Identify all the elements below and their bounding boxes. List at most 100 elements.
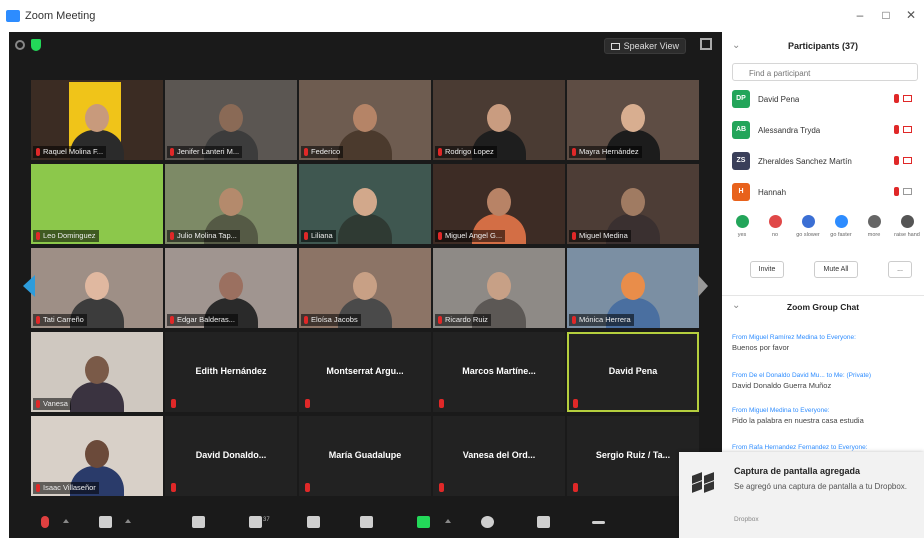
message-text: Buenos por favor (732, 343, 790, 352)
participant-search-input[interactable] (732, 63, 918, 81)
chat-button[interactable] (352, 514, 380, 538)
speaker-view-button[interactable]: Speaker View (603, 38, 686, 54)
participants-button[interactable]: 37 (241, 514, 270, 538)
microphone-muted-icon (439, 483, 444, 492)
participant-tile[interactable]: Miguel Medina (567, 164, 699, 244)
chat-message: From Miguel Medina to Everyone: Pido la p… (732, 407, 920, 425)
participant-count: 37 (263, 517, 270, 523)
next-page-arrow-icon[interactable] (698, 275, 708, 297)
feedback-icon (802, 215, 815, 228)
chat-message: From De el Donaldo David Mu... to Me: (P… (732, 372, 920, 390)
record-icon (481, 516, 494, 528)
previous-page-arrow-icon[interactable] (23, 275, 35, 297)
participant-tile[interactable]: Eloísa Jacobs (299, 248, 431, 328)
speaker-view-label: Speaker View (623, 41, 679, 51)
chat-message: From Rafa Hernandez Fernandez to Everyon… (732, 444, 920, 451)
mute-all-button[interactable]: Mute All (814, 261, 858, 278)
participant-row[interactable]: AB Alessandra Tryda (732, 121, 922, 141)
start-video-button[interactable] (91, 514, 119, 538)
dropbox-icon (691, 472, 715, 494)
participant-tile[interactable]: Isaac Villaseñor (31, 416, 163, 496)
avatar: H (732, 183, 750, 201)
participant-tile[interactable]: Jenifer Lanteri M... (165, 80, 297, 160)
participant-row[interactable]: ZS Zheraldes Sanchez Martín (732, 152, 922, 172)
ellipsis-icon (592, 521, 605, 524)
microphone-muted-icon (894, 156, 899, 165)
feedback-button[interactable]: raise hand (893, 213, 921, 247)
participant-tile[interactable]: Julio Molina Tap... (165, 164, 297, 244)
participant-tile[interactable]: Miguel Angel G... (433, 164, 565, 244)
notification-title: Captura de pantalla agregada (734, 466, 861, 476)
participant-tile[interactable]: Rodrigo Lopez (433, 80, 565, 160)
feedback-button[interactable]: go faster (827, 213, 855, 247)
window-title: Zoom Meeting (25, 10, 96, 22)
video-options-caret-icon[interactable] (125, 519, 131, 523)
participant-name-label: Miguel Medina (569, 230, 631, 242)
participant-name-label: Marcos Martíne... (462, 366, 536, 376)
participant-row[interactable]: DP David Pena (732, 90, 922, 110)
unmute-button[interactable] (31, 514, 59, 538)
more-options-button[interactable]: ... (888, 261, 912, 278)
participant-tile[interactable]: David Pena (567, 332, 699, 412)
meeting-info-button[interactable] (15, 35, 41, 55)
participant-tile[interactable]: Mónica Herrera (567, 248, 699, 328)
message-sender[interactable]: From Rafa Hernandez Fernandez to Everyon… (732, 444, 920, 451)
zoom-window: Zoom Meeting – □ ✕ Speaker View Raquel M… (0, 0, 924, 538)
participant-tile[interactable]: Mayra Hernández (567, 80, 699, 160)
reactions-button[interactable] (529, 514, 557, 538)
close-button[interactable]: ✕ (903, 8, 919, 22)
invite-button[interactable]: Invite (750, 261, 784, 278)
participant-tile[interactable]: Federico (299, 80, 431, 160)
participant-tile[interactable]: Liliana (299, 164, 431, 244)
share-screen-button[interactable] (409, 514, 437, 538)
message-sender[interactable]: From Miguel Ramírez Medina to Everyone: (732, 334, 920, 341)
minimize-button[interactable]: – (852, 8, 868, 22)
participant-name: Alessandra Tryda (758, 126, 821, 135)
participant-name-label: David Pena (608, 366, 658, 376)
microphone-muted-icon (894, 187, 899, 196)
participant-tile[interactable]: Montserrat Argu... (299, 332, 431, 412)
title-bar: Zoom Meeting – □ ✕ (0, 0, 924, 32)
more-button[interactable] (584, 514, 612, 538)
message-sender[interactable]: From De el Donaldo David Mu... to Me: (P… (732, 372, 920, 379)
feedback-icon (868, 215, 881, 228)
share-options-caret-icon[interactable] (445, 519, 451, 523)
security-button[interactable] (184, 514, 212, 538)
avatar: ZS (732, 152, 750, 170)
feedback-label: yes (737, 232, 747, 238)
feedback-button[interactable]: no (761, 213, 789, 247)
fullscreen-icon[interactable] (700, 38, 712, 50)
participant-tile[interactable]: María Guadalupe (299, 416, 431, 496)
participant-row[interactable]: H Hannah (732, 183, 922, 203)
feedback-label: go slower (796, 232, 820, 238)
microphone-muted-icon (171, 483, 176, 492)
participant-tile[interactable]: Edith Hernández (165, 332, 297, 412)
polls-button[interactable] (299, 514, 327, 538)
participant-tile[interactable]: Vanesa (31, 332, 163, 412)
participant-name: Zheraldes Sanchez Martín (758, 157, 852, 166)
participant-name-label: Raquel Molina F... (33, 146, 107, 158)
record-button[interactable] (473, 514, 501, 538)
feedback-button[interactable]: go slower (794, 213, 822, 247)
maximize-button[interactable]: □ (878, 8, 894, 22)
participant-name-label: Julio Molina Tap... (167, 230, 240, 242)
message-sender[interactable]: From Miguel Medina to Everyone: (732, 407, 920, 414)
feedback-button[interactable]: yes (728, 213, 756, 247)
info-icon (15, 40, 25, 50)
participant-tile[interactable]: David Donaldo... (165, 416, 297, 496)
participant-tile[interactable]: Edgar Balderas... (165, 248, 297, 328)
feedback-button[interactable]: more (860, 213, 888, 247)
audio-options-caret-icon[interactable] (63, 519, 69, 523)
participant-tile[interactable]: Ricardo Ruiz (433, 248, 565, 328)
participant-figure (70, 352, 124, 412)
participant-tile[interactable]: Leo Dominguez (31, 164, 163, 244)
video-off-icon (903, 126, 912, 133)
dropbox-notification[interactable]: Captura de pantalla agregada Se agregó u… (679, 452, 924, 538)
participant-tile[interactable]: Raquel Molina F... (31, 80, 163, 160)
participant-tile[interactable]: Vanesa del Ord... (433, 416, 565, 496)
participant-tile[interactable]: Tati Carreño (31, 248, 163, 328)
participant-tile[interactable]: Marcos Martíne... (433, 332, 565, 412)
bar-chart-icon (307, 516, 320, 528)
microphone-muted-icon (894, 94, 899, 103)
notification-source: Dropbox (734, 516, 759, 523)
